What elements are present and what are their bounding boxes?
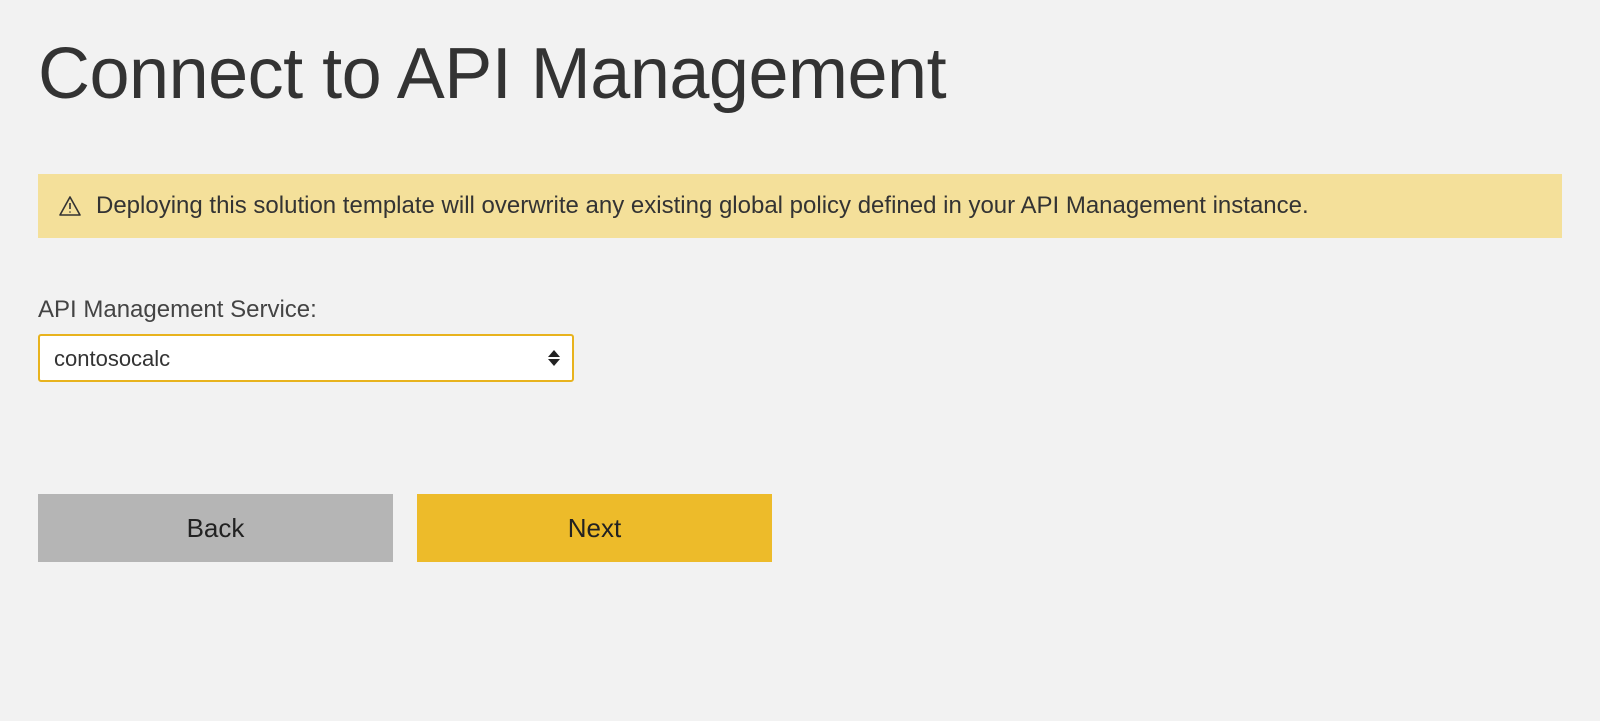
service-select-wrapper: contosocalc	[38, 334, 574, 382]
warning-banner: Deploying this solution template will ov…	[38, 174, 1562, 238]
warning-text: Deploying this solution template will ov…	[96, 192, 1309, 220]
service-label: API Management Service:	[38, 296, 1562, 324]
page-title: Connect to API Management	[38, 35, 1562, 114]
back-button[interactable]: Back	[38, 494, 393, 562]
warning-icon	[58, 194, 82, 218]
button-row: Back Next	[38, 494, 1562, 562]
next-button[interactable]: Next	[417, 494, 772, 562]
service-select[interactable]: contosocalc	[38, 334, 574, 382]
